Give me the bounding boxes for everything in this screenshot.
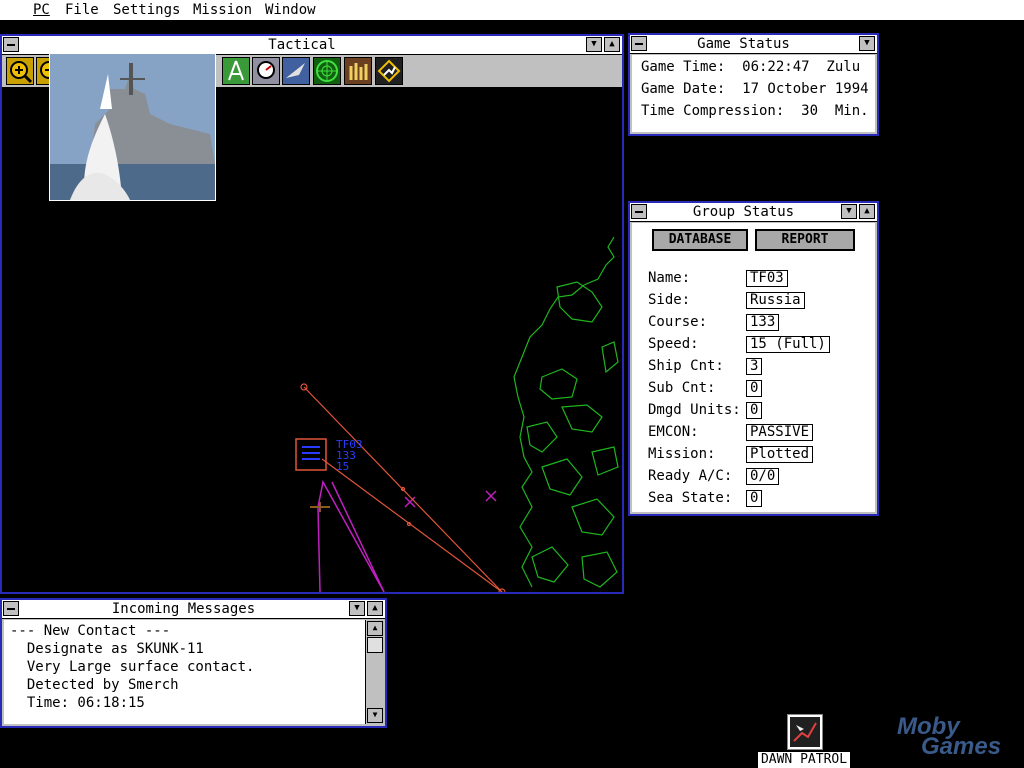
database-button[interactable]: DATABASE (652, 229, 748, 251)
dawn-patrol-label[interactable]: DAWN PATROL (758, 752, 850, 768)
group-status-minimize-button[interactable]: ▼ (841, 204, 857, 219)
aircraft-map-icon (790, 717, 820, 747)
system-menu-button[interactable] (3, 37, 19, 52)
dawn-patrol-icon[interactable] (787, 714, 823, 750)
side-label: Side: (648, 292, 691, 308)
message-line: --- New Contact --- (10, 623, 171, 639)
ship-count-value: 3 (746, 358, 763, 375)
group-status-window: Group Status ▼ ▲ DATABASE REPORT Name: T… (628, 201, 879, 516)
messages-titlebar[interactable]: Incoming Messages ▼ ▲ (2, 600, 385, 619)
minimize-button[interactable]: ▼ (586, 37, 602, 52)
mission-value: Plotted (746, 446, 814, 463)
sea-state-value: 0 (746, 490, 763, 507)
scroll-down-button[interactable]: ▼ (367, 708, 383, 723)
group-label-speed: 15 (336, 460, 349, 473)
game-status-titlebar[interactable]: Game Status ▼ (630, 35, 877, 54)
ready-aircraft-value: 0/0 (746, 468, 780, 485)
message-line: Designate as SKUNK-11 (10, 641, 204, 657)
messages-system-button[interactable] (3, 601, 19, 616)
threat-axis (317, 479, 385, 592)
emcon-label: EMCON: (648, 424, 699, 440)
emcon-value: PASSIVE (746, 424, 814, 441)
course-label: Course: (648, 314, 708, 330)
maximize-button[interactable]: ▲ (604, 37, 620, 52)
route-arrow-icon (377, 59, 401, 83)
messages-maximize-button[interactable]: ▲ (367, 601, 383, 616)
group-selection-box[interactable] (295, 438, 327, 471)
message-line: Time: 06:18:15 (10, 695, 145, 711)
message-line: Detected by Smerch (10, 677, 179, 693)
messages-title: Incoming Messages (111, 601, 256, 617)
game-status-title: Game Status (697, 36, 790, 52)
time-compression-row: Time Compression: 30 Min. (641, 103, 869, 119)
game-status-window: Game Status ▼ Game Time: 06:22:47 Zulu G… (628, 33, 879, 136)
ready-aircraft-label: Ready A/C: (648, 468, 733, 484)
menu-file[interactable]: File (65, 1, 99, 19)
coastline (513, 236, 619, 588)
mission-label: Mission: (648, 446, 716, 462)
sub-count-label: Sub Cnt: (648, 380, 716, 396)
group-ship-icon (302, 446, 320, 460)
group-status-system-button[interactable] (631, 204, 647, 219)
sea-state-label: Sea State: (648, 490, 733, 506)
group-status-title: Group Status (692, 204, 795, 220)
ship-photo-image (50, 54, 215, 200)
sub-count-value: 0 (746, 380, 763, 397)
ship-launch-photo (49, 53, 216, 201)
zoom-in-button[interactable] (6, 57, 34, 85)
aircraft-symbol (310, 502, 330, 512)
menu-pc[interactable]: PC (33, 1, 50, 19)
weapons-tool-button[interactable] (252, 57, 280, 85)
name-value: TF03 (746, 270, 788, 287)
damaged-units-label: Dmgd Units: (648, 402, 741, 418)
tactical-title: Tactical (268, 37, 336, 53)
navigation-tool-button[interactable] (222, 57, 250, 85)
contact-markers (404, 490, 497, 508)
game-status-minimize-button[interactable]: ▼ (859, 36, 875, 51)
game-status-system-button[interactable] (631, 36, 647, 51)
jet-icon (286, 63, 305, 78)
speed-label: Speed: (648, 336, 699, 352)
menu-window[interactable]: Window (265, 1, 316, 19)
game-time-row: Game Time: 06:22:47 Zulu (641, 59, 861, 75)
radar-icon (316, 60, 338, 82)
gauge-icon (257, 61, 275, 79)
group-status-body: DATABASE REPORT Name: TF03 Side: Russia … (632, 223, 875, 512)
group-status-titlebar[interactable]: Group Status ▼ ▲ (630, 203, 877, 222)
name-label: Name: (648, 270, 691, 286)
scroll-thumb[interactable] (367, 637, 383, 653)
incoming-messages-window: Incoming Messages ▼ ▲ --- New Contact --… (0, 598, 387, 728)
ship-count-label: Ship Cnt: (648, 358, 724, 374)
zoom-in-icon (10, 61, 33, 84)
menu-settings[interactable]: Settings (113, 1, 180, 19)
side-value: Russia (746, 292, 805, 309)
orders-tool-button[interactable] (344, 57, 372, 85)
report-button[interactable]: REPORT (755, 229, 855, 251)
radar-tool-button[interactable] (313, 57, 341, 85)
message-line: Very Large surface contact. (10, 659, 255, 675)
watermark-line2: Games (921, 733, 1002, 760)
messages-minimize-button[interactable]: ▼ (349, 601, 365, 616)
menu-mission[interactable]: Mission (193, 1, 252, 19)
waypoint-tool-button[interactable] (375, 57, 403, 85)
compass-icon (228, 60, 244, 81)
damaged-units-value: 0 (746, 402, 763, 419)
bars-icon (349, 63, 368, 80)
menu-bar: PC File Settings Mission Window (0, 0, 1024, 20)
mobygames-watermark: Moby Games (893, 713, 1017, 763)
course-value: 133 (746, 314, 780, 331)
game-date-row: Game Date: 17 October 1994 (641, 81, 869, 97)
speed-value: 15 (Full) (746, 336, 830, 353)
messages-scrollbar[interactable]: ▲ ▼ (365, 620, 383, 724)
group-status-maximize-button[interactable]: ▲ (859, 204, 875, 219)
messages-list: --- New Contact --- Designate as SKUNK-1… (4, 620, 365, 724)
game-status-body: Game Time: 06:22:47 Zulu Game Date: 17 O… (632, 55, 875, 132)
missile-track (300, 383, 506, 592)
aircraft-tool-button[interactable] (282, 57, 310, 85)
scroll-up-button[interactable]: ▲ (367, 621, 383, 636)
